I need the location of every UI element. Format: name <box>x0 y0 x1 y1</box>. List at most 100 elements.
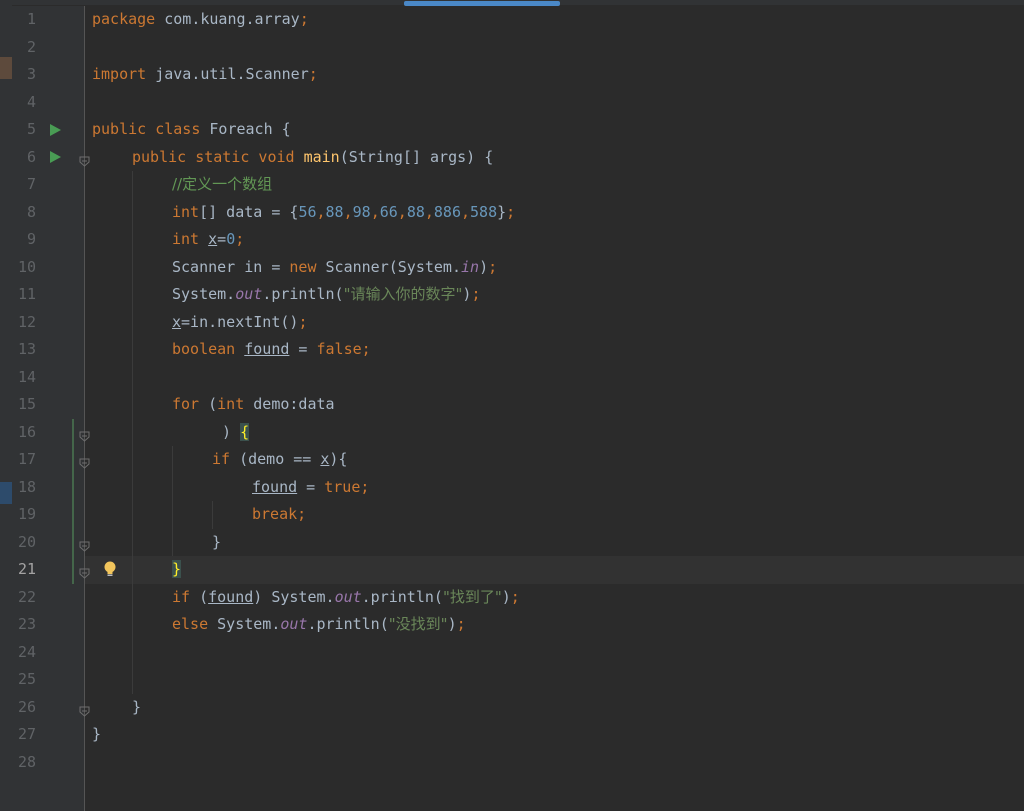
code-token: ; <box>361 340 371 358</box>
code-line[interactable]: if (demo == x){ <box>212 446 347 474</box>
code-line[interactable]: boolean found = false; <box>172 336 371 364</box>
code-line[interactable]: System.out.println("请输入你的数字"); <box>172 281 480 309</box>
line-number[interactable]: 25 <box>12 666 36 694</box>
lightbulb-icon[interactable] <box>103 561 117 578</box>
code-token: [] data = { <box>199 202 299 221</box>
code-token: if <box>172 587 191 606</box>
code-line[interactable]: } <box>132 694 141 722</box>
line-number[interactable]: 11 <box>12 281 36 309</box>
line-number[interactable]: 3 <box>12 61 36 89</box>
line-number[interactable]: 14 <box>12 364 36 392</box>
code-line[interactable]: public class Foreach { <box>92 116 291 144</box>
fold-icon[interactable] <box>79 455 90 469</box>
code-token: package <box>92 10 156 28</box>
code-token: break; <box>252 505 307 523</box>
code-token: java.util.Scanner <box>146 65 309 83</box>
code-token: found <box>244 340 290 358</box>
line-number[interactable]: 19 <box>12 501 36 529</box>
code-token: } <box>212 532 222 551</box>
code-token: ) <box>501 587 511 606</box>
code-line[interactable]: import java.util.Scanner; <box>92 61 318 89</box>
line-number[interactable]: 24 <box>12 639 36 667</box>
code-token: "找到了" <box>442 587 502 606</box>
run-icon[interactable] <box>50 123 61 136</box>
code-line[interactable]: //定义一个数组 <box>172 171 272 199</box>
indent-guide <box>212 501 213 529</box>
code-token: true <box>324 477 361 496</box>
code-token: System. <box>208 615 281 633</box>
line-number[interactable]: 6 <box>12 144 36 172</box>
code-token: (demo == <box>230 450 321 468</box>
code-line[interactable]: for (int demo:data <box>172 391 335 419</box>
code-token: import <box>92 65 147 83</box>
code-line[interactable]: break; <box>252 501 306 529</box>
bookmark-marker[interactable] <box>0 57 12 79</box>
line-number[interactable]: 10 <box>12 254 36 282</box>
code-token: Scanner(System. <box>316 257 461 276</box>
line-number[interactable]: 17 <box>12 446 36 474</box>
code-token: demo:data <box>244 395 335 413</box>
code-token: ) System. <box>253 587 335 606</box>
code-token: out <box>334 587 362 606</box>
line-number[interactable]: 8 <box>12 199 36 227</box>
code-line[interactable]: else System.out.println("没找到"); <box>172 611 466 639</box>
code-line[interactable]: public static void main(String[] args) { <box>132 144 493 172</box>
code-token: main <box>303 147 340 166</box>
fold-icon[interactable] <box>79 538 90 552</box>
code-token: = <box>289 340 317 358</box>
code-token: 66 <box>379 202 398 221</box>
line-number[interactable]: 12 <box>12 309 36 337</box>
code-line[interactable]: x=in.nextInt(); <box>172 309 307 337</box>
code-token: found <box>208 587 254 606</box>
code-line[interactable]: } <box>92 721 101 749</box>
line-number[interactable]: 7 <box>12 171 36 199</box>
code-token: in <box>461 257 480 276</box>
line-number[interactable]: 2 <box>12 34 36 62</box>
code-token: found <box>252 477 298 496</box>
run-icon[interactable] <box>50 151 61 163</box>
line-number[interactable]: 16 <box>12 419 36 447</box>
code-line[interactable]: Scanner in = new Scanner(System.in); <box>172 254 497 282</box>
fold-icon[interactable] <box>79 153 90 167</box>
code-token: .println( <box>262 285 344 303</box>
line-number[interactable]: 21 <box>12 556 36 584</box>
code-token: out <box>280 615 308 633</box>
fold-icon[interactable] <box>79 565 90 579</box>
line-number[interactable]: 20 <box>12 529 36 557</box>
indent-guide <box>132 171 133 694</box>
code-token: Scanner in = <box>172 257 290 276</box>
code-line[interactable]: package com.kuang.array; <box>92 6 309 34</box>
code-line[interactable]: } <box>212 529 221 557</box>
line-number[interactable]: 13 <box>12 336 36 364</box>
code-token: ) <box>447 615 457 633</box>
code-line[interactable]: int x=0; <box>172 226 244 254</box>
vcs-change-marker[interactable] <box>72 418 74 584</box>
code-line[interactable]: } <box>172 556 182 584</box>
line-number[interactable]: 15 <box>12 391 36 419</box>
code-token: ; <box>488 257 498 276</box>
code-token: 0 <box>226 230 236 248</box>
line-number[interactable]: 5 <box>12 116 36 144</box>
code-token: ; <box>308 65 318 83</box>
code-line[interactable]: found = true; <box>252 474 369 502</box>
left-tool-strip <box>0 0 12 811</box>
line-number[interactable]: 22 <box>12 584 36 612</box>
code-token: ) <box>479 257 489 276</box>
line-number[interactable]: 18 <box>12 474 36 502</box>
code-token: ) <box>222 422 241 441</box>
code-line[interactable]: if (found) System.out.println("找到了"); <box>172 584 520 612</box>
line-number[interactable]: 28 <box>12 749 36 777</box>
structure-marker[interactable] <box>0 482 12 504</box>
line-number[interactable]: 1 <box>12 6 36 34</box>
line-number[interactable]: 26 <box>12 694 36 722</box>
line-number[interactable]: 27 <box>12 721 36 749</box>
fold-icon[interactable] <box>79 703 90 717</box>
line-number[interactable]: 9 <box>12 226 36 254</box>
line-number[interactable]: 4 <box>12 89 36 117</box>
fold-icon[interactable] <box>79 428 90 442</box>
code-line[interactable]: int[] data = {56,88,98,66,88,886,588}; <box>172 199 515 227</box>
code-line[interactable]: ) { <box>222 419 250 447</box>
code-token: x <box>208 230 218 248</box>
line-number[interactable]: 23 <box>12 611 36 639</box>
